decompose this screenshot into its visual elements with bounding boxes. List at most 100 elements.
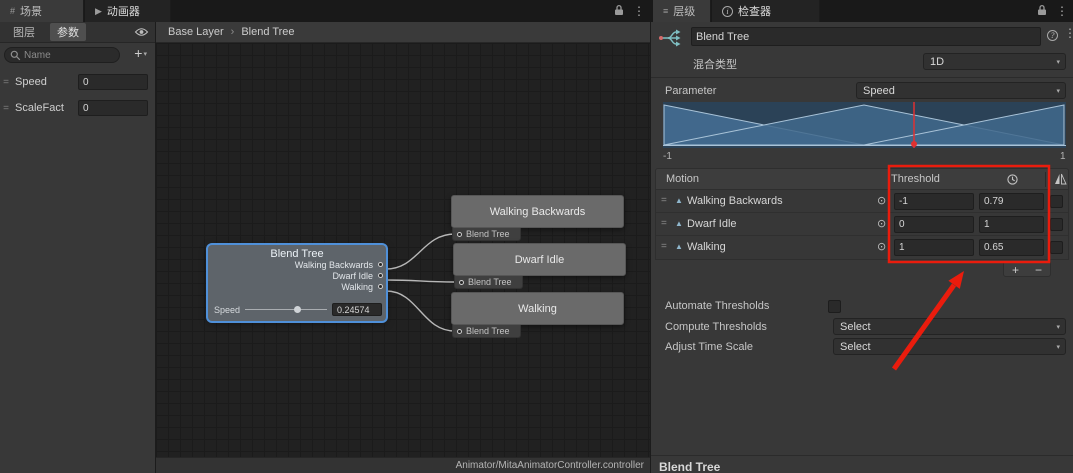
object-picker-icon[interactable]: ⊙ bbox=[877, 217, 886, 230]
window-tab-bar: # 场景 ▶ 动画器 ⋮ ≡ 层级 i 检查器 ⋮ bbox=[0, 0, 1073, 22]
parameter-value-field[interactable]: 0 bbox=[78, 74, 148, 90]
mirror-checkbox[interactable] bbox=[1050, 218, 1063, 231]
drag-handle-icon[interactable]: = bbox=[661, 241, 667, 252]
threshold-field[interactable]: 0 bbox=[894, 216, 974, 233]
blend-output-label: Dwarf Idle bbox=[332, 271, 373, 281]
animator-graph-panel: Base Layer › Blend Tree Blend Tree Walki… bbox=[156, 22, 650, 473]
motion-row[interactable]: = ▲ Dwarf Idle ⊙ 0 1 bbox=[656, 213, 1068, 236]
tab-animator-label: 动画器 bbox=[106, 6, 140, 18]
output-port-icon[interactable] bbox=[378, 273, 383, 278]
motion-row[interactable]: = ▲ Walking ⊙ 1 0.65 bbox=[656, 236, 1068, 259]
menu-icon[interactable]: ⋮ bbox=[1056, 4, 1068, 18]
dropdown-caret-icon: ▾ bbox=[1056, 59, 1060, 66]
tab-scene-label: 场景 bbox=[20, 6, 43, 18]
input-port-icon bbox=[457, 231, 462, 237]
layers-tab[interactable]: 图层 bbox=[6, 23, 42, 41]
parameter-row[interactable]: = ScaleFact 0 bbox=[0, 96, 155, 120]
state-node-motion[interactable]: Blend Tree bbox=[452, 325, 521, 338]
output-port-icon[interactable] bbox=[378, 262, 383, 267]
mirror-checkbox[interactable] bbox=[1050, 241, 1063, 254]
adjust-time-scale-value: Select bbox=[840, 340, 871, 353]
tab-scene[interactable]: # 场景 bbox=[0, 0, 84, 22]
blend-graph[interactable] bbox=[663, 102, 1066, 148]
state-node-title: Walking bbox=[518, 302, 557, 315]
slider-knob[interactable] bbox=[294, 306, 302, 313]
breadcrumb-blend-tree[interactable]: Blend Tree bbox=[241, 26, 294, 38]
animator-parameters-panel: 图层 参数 + ▾ = Speed 0 = ScaleFact 0 bbox=[0, 22, 156, 473]
blend-type-value: 1D bbox=[930, 55, 945, 68]
time-scale-icon[interactable] bbox=[1006, 173, 1019, 189]
speed-field[interactable]: 0.65 bbox=[979, 239, 1044, 256]
blend-parameter-slider[interactable] bbox=[245, 306, 327, 313]
parameter-value-field[interactable]: 0 bbox=[78, 100, 148, 116]
blend-tree-icon bbox=[657, 28, 685, 51]
tab-inspector[interactable]: i 检查器 bbox=[712, 0, 820, 22]
blend-parameter-row: Speed 0.24574 bbox=[214, 302, 382, 317]
lock-icon[interactable] bbox=[1037, 4, 1047, 19]
mirror-icon[interactable] bbox=[1054, 173, 1067, 188]
context-menu-icon[interactable]: ⋮ bbox=[1064, 26, 1073, 40]
state-node-dwarf-idle[interactable]: Dwarf Idle Blend Tree bbox=[453, 243, 626, 289]
mirror-checkbox[interactable] bbox=[1050, 195, 1063, 208]
object-picker-icon[interactable]: ⊙ bbox=[877, 240, 886, 253]
parameter-name[interactable]: ScaleFact bbox=[12, 102, 64, 114]
search-input[interactable] bbox=[24, 48, 116, 62]
compute-thresholds-dropdown[interactable]: Select ▾ bbox=[833, 318, 1066, 335]
drag-handle-icon[interactable]: = bbox=[661, 218, 667, 229]
blend-position-handle bbox=[911, 141, 917, 147]
blend-tree-node[interactable]: Blend Tree Walking Backwards Dwarf Idle … bbox=[208, 245, 386, 321]
controller-path: Animator/MitaAnimatorController.controll… bbox=[455, 460, 644, 471]
help-icon[interactable]: ? bbox=[1047, 30, 1058, 41]
breadcrumb: Base Layer › Blend Tree bbox=[156, 22, 650, 43]
menu-icon[interactable]: ⋮ bbox=[633, 4, 645, 18]
blend-parameter-value[interactable]: 0.24574 bbox=[332, 303, 382, 316]
motion-row[interactable]: = ▲ Walking Backwards ⊙ -1 0.79 bbox=[656, 190, 1068, 213]
remove-motion-button[interactable]: − bbox=[1035, 264, 1042, 276]
info-icon: i bbox=[722, 5, 733, 17]
graph-canvas[interactable]: Blend Tree Walking Backwards Dwarf Idle … bbox=[156, 43, 650, 457]
plus-icon: + bbox=[134, 45, 143, 61]
blend-output-label: Walking bbox=[341, 282, 373, 292]
parameters-toolbar: 图层 参数 bbox=[0, 22, 155, 43]
parameters-tab[interactable]: 参数 bbox=[50, 23, 86, 41]
adjust-time-scale-dropdown[interactable]: Select ▾ bbox=[833, 338, 1066, 355]
blend-output-row: Dwarf Idle bbox=[208, 271, 386, 282]
adjust-time-scale-label: Adjust Time Scale bbox=[665, 341, 754, 353]
blend-tree-name-field[interactable]: Blend Tree bbox=[691, 27, 1041, 46]
add-parameter-button[interactable]: + ▾ bbox=[134, 46, 147, 60]
blend-type-dropdown[interactable]: 1D ▾ bbox=[923, 53, 1066, 70]
motion-column-header: Motion bbox=[666, 173, 700, 185]
eye-icon[interactable] bbox=[134, 27, 149, 37]
motion-name: Dwarf Idle bbox=[687, 218, 737, 230]
object-picker-icon[interactable]: ⊙ bbox=[877, 194, 886, 207]
range-max-label: 1 bbox=[1060, 151, 1066, 162]
parameter-dropdown[interactable]: Speed ▾ bbox=[856, 82, 1066, 99]
state-node-walking-backwards[interactable]: Walking Backwards Blend Tree bbox=[451, 195, 624, 241]
parameter-row[interactable]: = Speed 0 bbox=[0, 70, 155, 94]
add-motion-button[interactable]: + bbox=[1012, 264, 1019, 276]
blend-output-label: Walking Backwards bbox=[294, 260, 373, 270]
tab-hierarchy[interactable]: ≡ 层级 bbox=[653, 0, 711, 22]
parameter-name[interactable]: Speed bbox=[12, 76, 47, 88]
automate-thresholds-label: Automate Thresholds bbox=[665, 300, 770, 312]
blend-output-row: Walking Backwards bbox=[208, 260, 386, 271]
tab-animator[interactable]: ▶ 动画器 bbox=[85, 0, 171, 22]
footer-section-title: Blend Tree bbox=[659, 460, 721, 473]
state-node-motion[interactable]: Blend Tree bbox=[452, 228, 521, 241]
state-node-walking[interactable]: Walking Blend Tree bbox=[451, 292, 624, 338]
state-node-motion[interactable]: Blend Tree bbox=[454, 276, 523, 289]
breadcrumb-base-layer[interactable]: Base Layer bbox=[168, 26, 224, 38]
threshold-field[interactable]: 1 bbox=[894, 239, 974, 256]
blend-output-row: Walking bbox=[208, 282, 386, 293]
motion-clip-icon: ▲ bbox=[675, 242, 683, 251]
automate-thresholds-checkbox[interactable] bbox=[828, 300, 841, 313]
search-field[interactable] bbox=[4, 47, 120, 63]
speed-field[interactable]: 1 bbox=[979, 216, 1044, 233]
input-port-icon bbox=[457, 328, 462, 334]
lock-icon[interactable] bbox=[614, 4, 624, 19]
dropdown-caret-icon: ▾ bbox=[143, 51, 147, 58]
speed-field[interactable]: 0.79 bbox=[979, 193, 1044, 210]
threshold-field[interactable]: -1 bbox=[894, 193, 974, 210]
drag-handle-icon[interactable]: = bbox=[661, 195, 667, 206]
output-port-icon[interactable] bbox=[378, 284, 383, 289]
